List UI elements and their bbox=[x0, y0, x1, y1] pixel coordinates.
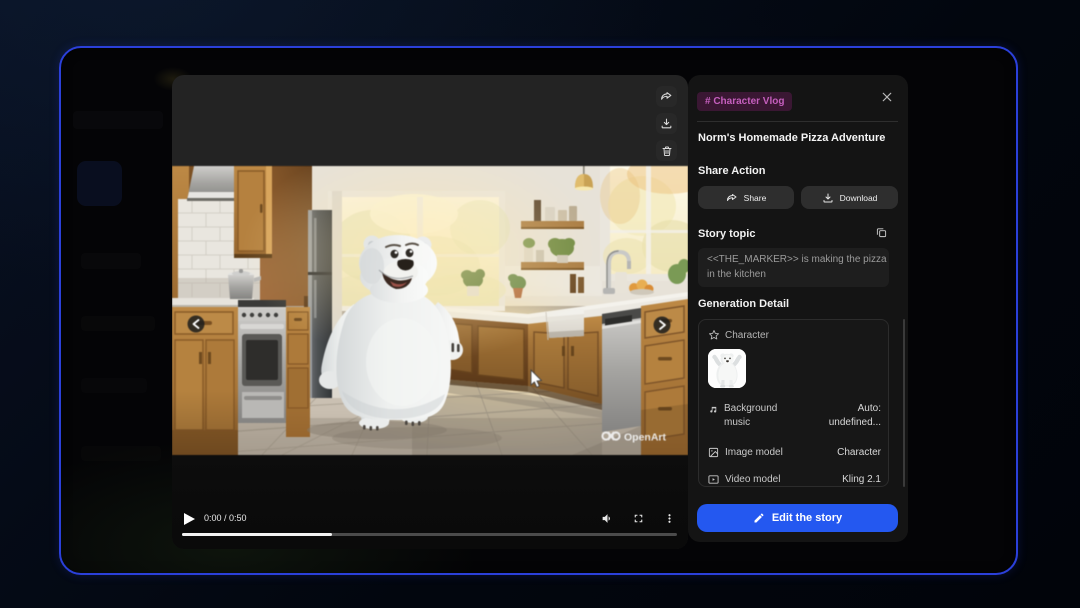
svg-text:OpenArt: OpenArt bbox=[624, 432, 667, 444]
